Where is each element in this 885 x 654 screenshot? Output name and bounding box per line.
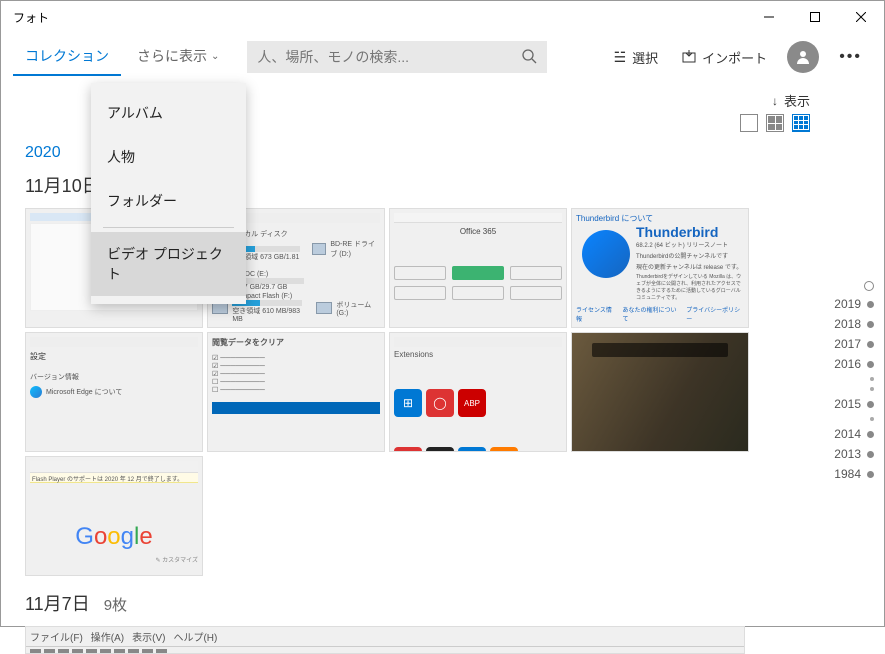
close-button[interactable] (838, 1, 884, 33)
search-input[interactable] (257, 49, 521, 65)
select-label: 選択 (632, 48, 658, 67)
google-logo: Google (30, 523, 198, 551)
date-group-2: 11月7日 9枚 (25, 590, 860, 616)
thumbnail[interactable]: Flash Player のサポートは 2020 年 12 月で終了します。 G… (25, 456, 203, 576)
tab-more-label: さらに表示 (137, 46, 207, 66)
maximize-button[interactable] (792, 1, 838, 33)
view-single-icon[interactable] (740, 114, 758, 132)
thumbnail[interactable]: 設定 バージョン情報 Microsoft Edge について (25, 332, 203, 452)
select-icon: ☱ (614, 49, 627, 66)
thumbnail[interactable]: ファイル(F) 操作(A) 表示(V) ヘルプ(H) (25, 626, 745, 654)
import-button[interactable]: インポート (672, 42, 777, 73)
tab-more[interactable]: さらに表示 ⌄ (125, 38, 231, 76)
display-toggle[interactable]: ↓ 表示 (772, 91, 810, 110)
thumbnail[interactable] (571, 332, 749, 452)
date-label[interactable]: 11月10日 (25, 172, 100, 198)
view-medium-icon[interactable] (766, 114, 784, 132)
top-bar: コレクション さらに表示 ⌄ ☱ 選択 インポート ••• (1, 33, 884, 81)
thumbnail[interactable]: Extensions ⊞ ◯ ABP 🛡 a ⊡ ◐ (389, 332, 567, 452)
search-icon[interactable] (521, 48, 537, 67)
tab-collection[interactable]: コレクション (13, 38, 121, 76)
select-button[interactable]: ☱ 選択 (604, 42, 669, 73)
dropdown-folder[interactable]: フォルダー (91, 179, 246, 223)
dropdown-video-project[interactable]: ビデオ プロジェクト (91, 232, 246, 296)
timeline-current-icon (864, 281, 874, 291)
window-title: フォト (13, 9, 49, 26)
thumbnail[interactable]: 閲覧データをクリア ☑ ─────────☑ ─────────☑ ──────… (207, 332, 385, 452)
dropdown-album[interactable]: アルバム (91, 91, 246, 135)
search-box[interactable] (247, 41, 547, 73)
thumbnail[interactable]: Thunderbird について Thunderbird 68.2.2 (64 … (571, 208, 749, 328)
view-small-icon[interactable] (792, 114, 810, 132)
date-label[interactable]: 11月7日 (25, 590, 90, 616)
thumbnail-row-2: 設定 バージョン情報 Microsoft Edge について 閲覧データをクリア… (25, 332, 860, 576)
window-controls (746, 1, 884, 33)
thunderbird-icon (582, 230, 630, 278)
thumbnail[interactable]: Office 365 (389, 208, 567, 328)
chevron-down-icon: ⌄ (211, 51, 219, 62)
more-dropdown: アルバム 人物 フォルダー ビデオ プロジェクト (91, 83, 246, 304)
import-label: インポート (702, 48, 767, 67)
display-label: 表示 (784, 91, 810, 110)
account-avatar[interactable] (787, 41, 819, 73)
more-menu-button[interactable]: ••• (829, 42, 872, 72)
count-label: 9枚 (104, 594, 127, 615)
import-icon (682, 49, 696, 66)
minimize-button[interactable] (746, 1, 792, 33)
year-timeline[interactable]: 2019 2018 2017 2016 2015 2014 2013 1984 (834, 281, 874, 481)
arrow-down-icon: ↓ (772, 94, 778, 108)
dropdown-people[interactable]: 人物 (91, 135, 246, 179)
dropdown-separator (103, 227, 234, 228)
